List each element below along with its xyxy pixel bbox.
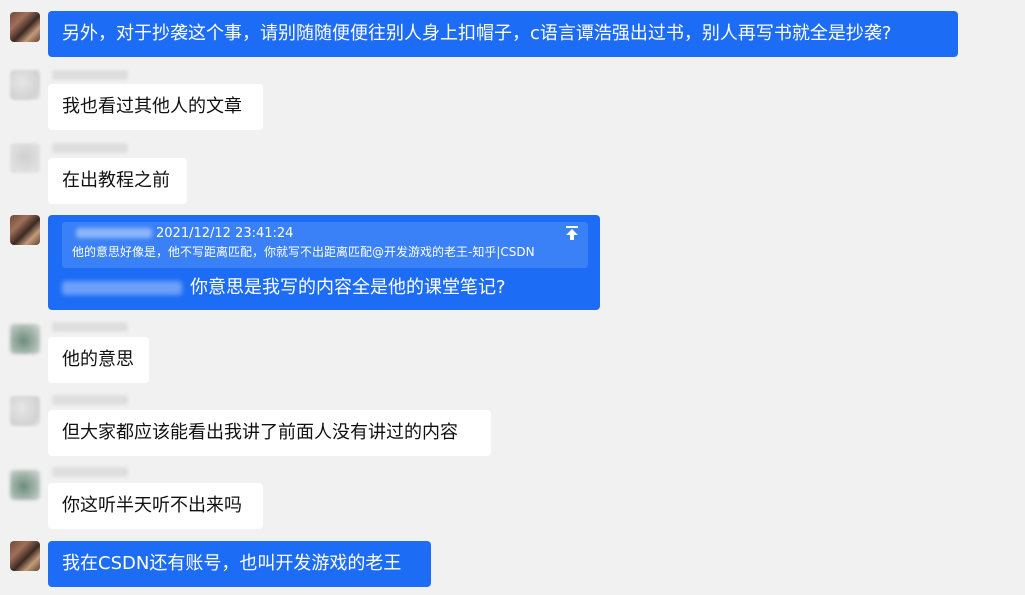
sender-name-blurred xyxy=(52,70,128,80)
message-bubble-outgoing[interactable]: 另外，对于抄袭这个事，请别随随便便往别人身上扣帽子，c语言谭浩强出过书，别人再写… xyxy=(48,11,958,57)
scroll-to-top-icon[interactable] xyxy=(564,225,580,241)
message-bubble-incoming[interactable]: 在出教程之前 xyxy=(48,158,187,204)
message-bubble-incoming[interactable]: 他的意思 xyxy=(48,337,149,383)
avatar-contact[interactable] xyxy=(10,324,40,354)
quoted-timestamp: 2021/12/12 23:41:24 xyxy=(156,226,294,241)
sender-name-blurred xyxy=(52,322,128,332)
quoted-sender-blurred xyxy=(76,228,152,238)
avatar-contact[interactable] xyxy=(10,470,40,500)
avatar-contact[interactable] xyxy=(10,143,40,173)
avatar-contact[interactable] xyxy=(10,70,40,100)
avatar-self[interactable] xyxy=(10,541,40,571)
chat-window: { "messages": [ {"text": "另外，对于抄袭这个事，请别随… xyxy=(0,0,1025,595)
avatar-self[interactable] xyxy=(10,12,40,42)
quoted-text: 他的意思好像是，他不写距离匹配，你就写不出距离匹配@开发游戏的老王-知乎|CSD… xyxy=(72,245,535,259)
sender-name-blurred xyxy=(52,395,128,405)
avatar-self[interactable] xyxy=(10,215,40,245)
reply-mention-blurred xyxy=(62,281,182,295)
message-bubble-incoming[interactable]: 你这听半天听不出来吗 xyxy=(48,483,263,529)
quoted-message[interactable]: 2021/12/12 23:41:24 他的意思好像是，他不写距离匹配，你就写不… xyxy=(62,222,588,268)
message-bubble-incoming[interactable]: 我也看过其他人的文章 xyxy=(48,84,263,130)
message-bubble-incoming[interactable]: 但大家都应该能看出我讲了前面人没有讲过的内容 xyxy=(48,410,491,456)
sender-name-blurred xyxy=(52,467,128,477)
message-bubble-outgoing[interactable]: 我在CSDN还有账号，也叫开发游戏的老王 xyxy=(48,541,431,587)
avatar-contact[interactable] xyxy=(10,396,40,426)
reply-text: 你意思是我写的内容全是他的课堂笔记? xyxy=(190,277,506,298)
sender-name-blurred xyxy=(52,143,128,153)
